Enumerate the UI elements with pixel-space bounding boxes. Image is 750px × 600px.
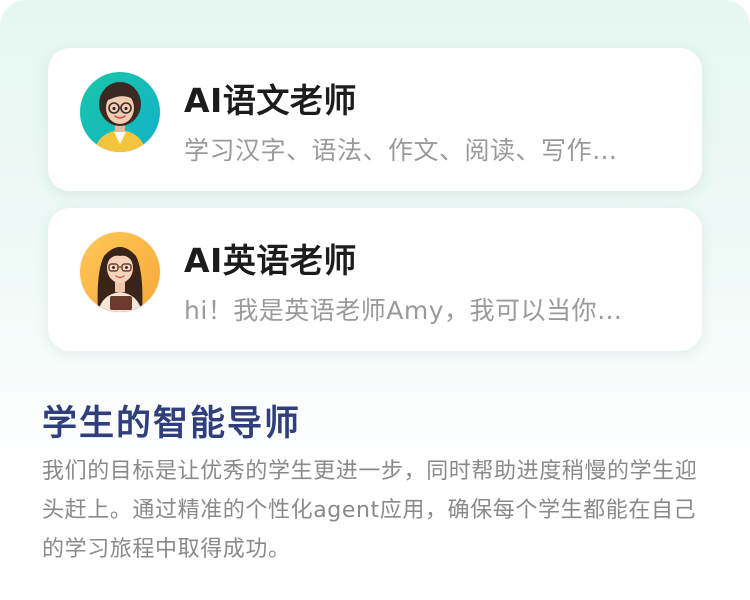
- teacher-avatar-english-icon: [80, 232, 160, 312]
- chinese-teacher-avatar: [80, 72, 160, 152]
- chinese-teacher-card[interactable]: AI语文老师 学习汉字、语法、作文、阅读、写作…: [48, 48, 702, 191]
- english-teacher-avatar: [80, 232, 160, 312]
- teacher-avatar-chinese-icon: [80, 72, 160, 152]
- chinese-teacher-title: AI语文老师: [184, 81, 357, 120]
- section-body: 我们的目标是让优秀的学生更进一步，同时帮助进度稍慢的学生迎头赶上。通过精准的个性…: [42, 459, 698, 562]
- chinese-teacher-description: 学习汉字、语法、作文、阅读、写作…: [184, 136, 618, 165]
- english-teacher-description: hi！我是英语老师Amy，我可以当你…: [184, 296, 623, 325]
- feature-panel: AI语文老师 学习汉字、语法、作文、阅读、写作… AI英语老师 hi！我是英语老…: [0, 0, 750, 600]
- english-teacher-card[interactable]: AI英语老师 hi！我是英语老师Amy，我可以当你…: [48, 208, 702, 351]
- english-teacher-title: AI英语老师: [184, 241, 357, 280]
- section-title: 学生的智能导师: [42, 404, 302, 444]
